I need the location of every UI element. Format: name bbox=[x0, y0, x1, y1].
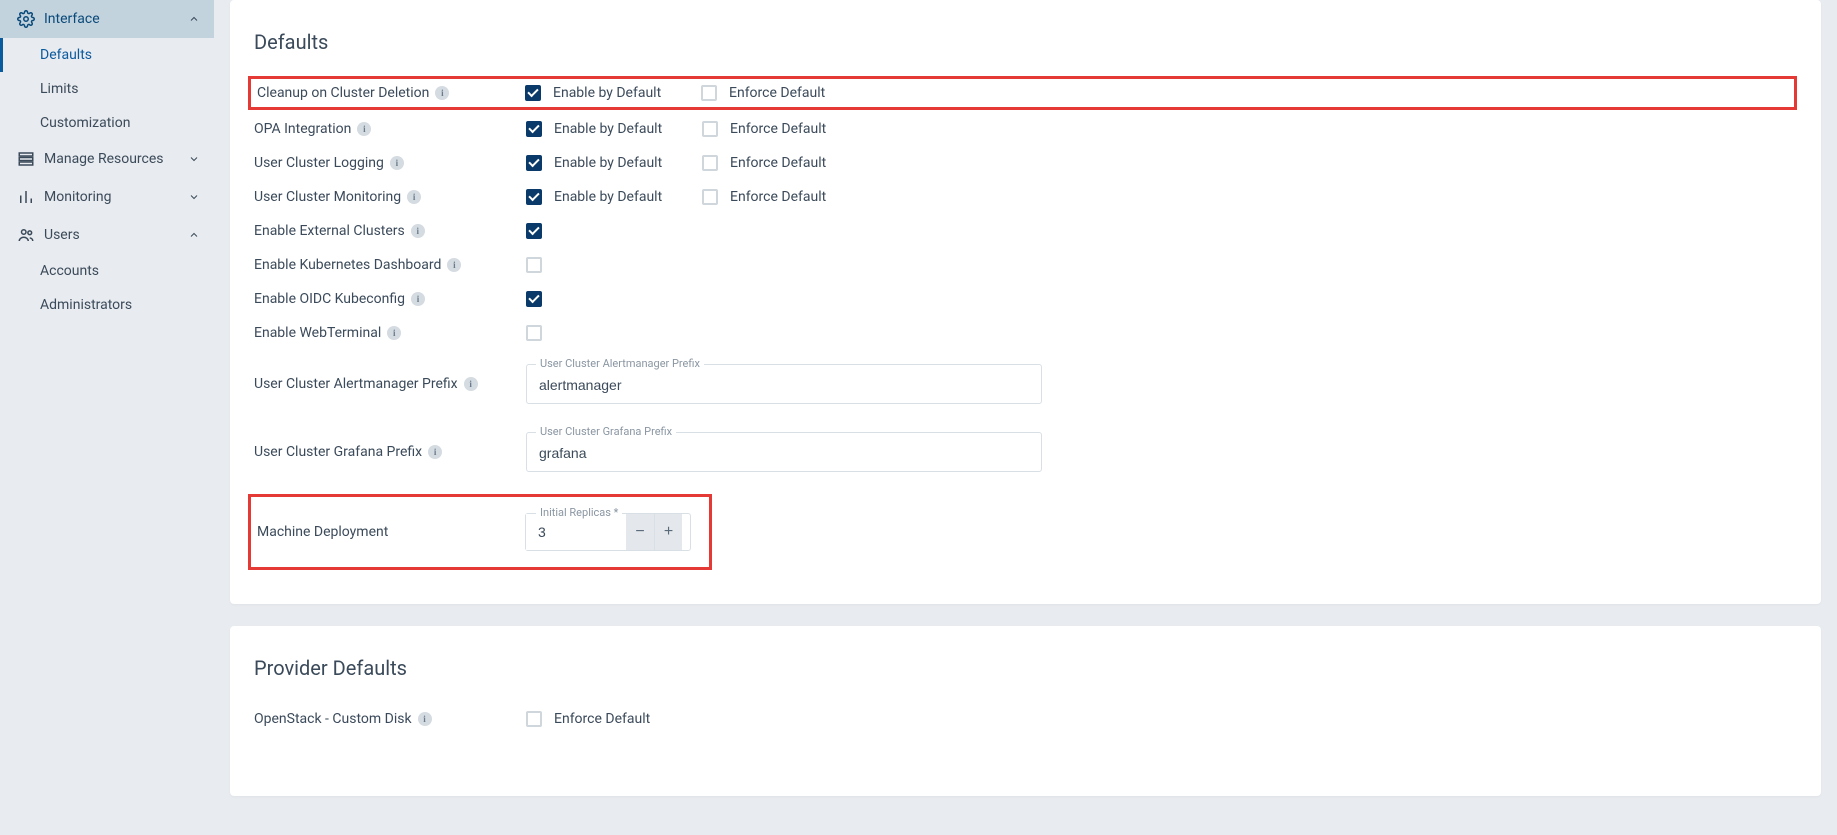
nav-limits[interactable]: Limits bbox=[0, 72, 214, 106]
info-icon[interactable]: i bbox=[418, 712, 432, 726]
checkbox-cleanup-enable[interactable] bbox=[525, 85, 541, 101]
chevron-down-icon bbox=[188, 153, 200, 165]
info-icon[interactable]: i bbox=[407, 190, 421, 204]
nav-interface-label: Interface bbox=[44, 11, 188, 27]
checkbox-external[interactable] bbox=[526, 223, 542, 239]
label-alertmanager: User Cluster Alertmanager Prefix bbox=[254, 376, 458, 392]
checkbox-monitoring-enable[interactable] bbox=[526, 189, 542, 205]
bar-chart-icon bbox=[14, 188, 38, 206]
stepper-decrement[interactable]: − bbox=[626, 514, 654, 550]
row-logging: User Cluster Logging i Enable by Default… bbox=[254, 146, 1797, 180]
label-openstack: OpenStack - Custom Disk bbox=[254, 711, 412, 727]
nav-users[interactable]: Users bbox=[0, 216, 214, 254]
info-icon[interactable]: i bbox=[435, 86, 449, 100]
row-grafana: User Cluster Grafana Prefix i User Clust… bbox=[254, 432, 1797, 472]
provider-defaults-card: Provider Defaults OpenStack - Custom Dis… bbox=[230, 626, 1821, 796]
field-grafana-label: User Cluster Grafana Prefix bbox=[536, 425, 676, 438]
checkbox-logging-enable[interactable] bbox=[526, 155, 542, 171]
label-monitoring: User Cluster Monitoring bbox=[254, 189, 401, 205]
label-grafana: User Cluster Grafana Prefix bbox=[254, 444, 422, 460]
row-alertmanager: User Cluster Alertmanager Prefix i User … bbox=[254, 364, 1797, 404]
nav-manage-resources-label: Manage Resources bbox=[44, 151, 188, 167]
checkbox-kdash[interactable] bbox=[526, 257, 542, 273]
label-cleanup: Cleanup on Cluster Deletion bbox=[257, 85, 429, 101]
label-enable: Enable by Default bbox=[553, 85, 661, 101]
nav-users-label: Users bbox=[44, 227, 188, 243]
nav-accounts[interactable]: Accounts bbox=[0, 254, 214, 288]
info-icon[interactable]: i bbox=[390, 156, 404, 170]
input-grafana[interactable] bbox=[526, 432, 1042, 472]
info-icon[interactable]: i bbox=[387, 326, 401, 340]
chevron-down-icon bbox=[188, 191, 200, 203]
stepper-replicas: Initial Replicas * − + bbox=[525, 513, 691, 551]
nav-customization[interactable]: Customization bbox=[0, 106, 214, 140]
input-alertmanager[interactable] bbox=[526, 364, 1042, 404]
nav-manage-resources[interactable]: Manage Resources bbox=[0, 140, 214, 178]
main-content: Defaults Cleanup on Cluster Deletion i E… bbox=[214, 0, 1837, 835]
label-external: Enable External Clusters bbox=[254, 223, 405, 239]
nav-defaults[interactable]: Defaults bbox=[0, 38, 214, 72]
row-openstack: OpenStack - Custom Disk i Enforce Defaul… bbox=[254, 702, 1797, 736]
row-cleanup: Cleanup on Cluster Deletion i Enable by … bbox=[248, 76, 1797, 110]
row-machine-deployment: Machine Deployment Initial Replicas * − … bbox=[248, 494, 712, 570]
label-opa: OPA Integration bbox=[254, 121, 351, 137]
info-icon[interactable]: i bbox=[447, 258, 461, 272]
row-oidc: Enable OIDC Kubeconfig i bbox=[254, 282, 1797, 316]
resources-icon bbox=[14, 150, 38, 168]
label-machine: Machine Deployment bbox=[257, 524, 388, 540]
field-alertmanager-label: User Cluster Alertmanager Prefix bbox=[536, 357, 704, 370]
checkbox-opa-enable[interactable] bbox=[526, 121, 542, 137]
checkbox-oidc[interactable] bbox=[526, 291, 542, 307]
defaults-card: Defaults Cleanup on Cluster Deletion i E… bbox=[230, 0, 1821, 604]
row-opa: OPA Integration i Enable by Default Enfo… bbox=[254, 112, 1797, 146]
info-icon[interactable]: i bbox=[428, 445, 442, 459]
defaults-heading: Defaults bbox=[254, 30, 1797, 54]
users-icon bbox=[14, 226, 38, 244]
checkbox-webterm[interactable] bbox=[526, 325, 542, 341]
row-external: Enable External Clusters i bbox=[254, 214, 1797, 248]
label-webterm: Enable WebTerminal bbox=[254, 325, 381, 341]
checkbox-openstack-enforce[interactable] bbox=[526, 711, 542, 727]
chevron-up-icon bbox=[188, 13, 200, 25]
field-grafana: User Cluster Grafana Prefix bbox=[526, 432, 1042, 472]
info-icon[interactable]: i bbox=[411, 292, 425, 306]
checkbox-opa-enforce[interactable] bbox=[702, 121, 718, 137]
stepper-label: Initial Replicas * bbox=[536, 506, 622, 519]
field-alertmanager: User Cluster Alertmanager Prefix bbox=[526, 364, 1042, 404]
label-logging: User Cluster Logging bbox=[254, 155, 384, 171]
nav-monitoring[interactable]: Monitoring bbox=[0, 178, 214, 216]
provider-defaults-heading: Provider Defaults bbox=[254, 656, 1797, 680]
info-icon[interactable]: i bbox=[464, 377, 478, 391]
checkbox-monitoring-enforce[interactable] bbox=[702, 189, 718, 205]
row-monitoring: User Cluster Monitoring i Enable by Defa… bbox=[254, 180, 1797, 214]
label-oidc: Enable OIDC Kubeconfig bbox=[254, 291, 405, 307]
checkbox-logging-enforce[interactable] bbox=[702, 155, 718, 171]
stepper-increment[interactable]: + bbox=[654, 514, 682, 550]
label-enforce: Enforce Default bbox=[729, 85, 825, 101]
nav-monitoring-label: Monitoring bbox=[44, 189, 188, 205]
row-webterm: Enable WebTerminal i bbox=[254, 316, 1797, 350]
info-icon[interactable]: i bbox=[357, 122, 371, 136]
nav-administrators[interactable]: Administrators bbox=[0, 288, 214, 322]
chevron-up-icon bbox=[188, 229, 200, 241]
info-icon[interactable]: i bbox=[411, 224, 425, 238]
label-kdash: Enable Kubernetes Dashboard bbox=[254, 257, 441, 273]
nav-interface[interactable]: Interface bbox=[0, 0, 214, 38]
gear-icon bbox=[14, 10, 38, 28]
input-replicas[interactable] bbox=[526, 514, 626, 550]
checkbox-cleanup-enforce[interactable] bbox=[701, 85, 717, 101]
sidebar: Interface Defaults Limits Customization … bbox=[0, 0, 214, 835]
row-kdash: Enable Kubernetes Dashboard i bbox=[254, 248, 1797, 282]
